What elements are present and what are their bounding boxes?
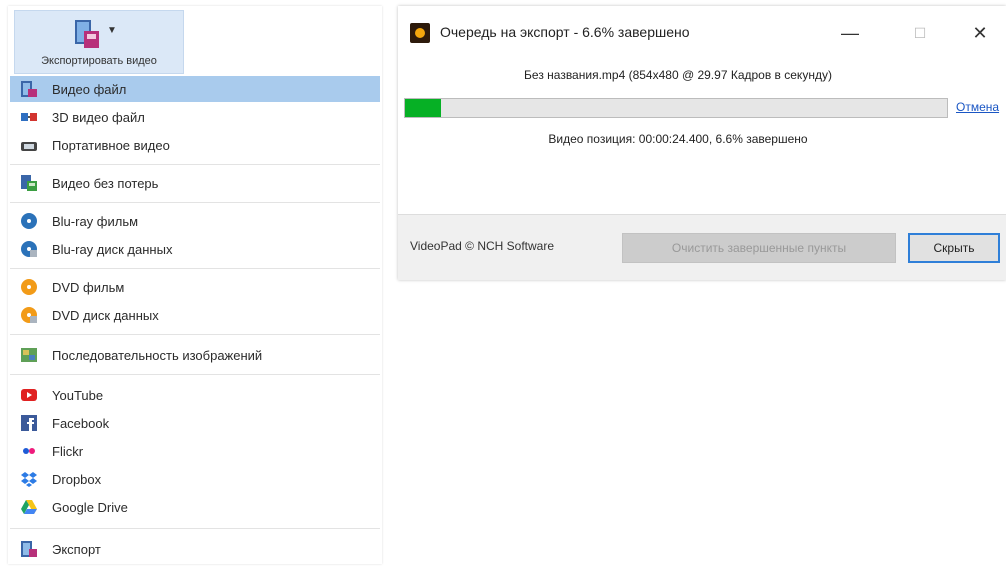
menu-item-label: YouTube [52,387,104,403]
bluray-data-disc-icon [20,240,38,258]
menu-item-label: DVD диск данных [52,307,159,323]
menu-item-label: DVD фильм [52,279,125,295]
menu-item-label: Портативное видео [52,137,170,153]
menu-item-label: Видео без потерь [52,175,159,191]
portable-device-icon [20,136,38,154]
menu-item-label: Blu-ray фильм [52,213,139,229]
menu-separator [10,164,380,165]
export-video-icon [75,20,99,48]
export-menu: ▼ Экспортировать видео Видео файл 3D вид… [8,6,382,564]
cancel-link[interactable]: Отмена [956,100,999,114]
video-file-icon [20,80,38,98]
export-video-toolbar-button[interactable]: ▼ Экспортировать видео [14,10,184,74]
export-icon [20,540,38,558]
video-position-status: Видео позиция: 00:00:24.400, 6.6% заверш… [548,132,808,146]
menu-item-youtube[interactable]: YouTube [10,382,380,408]
image-sequence-icon [20,346,38,364]
menu-separator [10,334,380,335]
export-video-label: Экспортировать видео [41,55,157,67]
youtube-icon [20,386,38,404]
menu-item-dropbox[interactable]: Dropbox [10,466,380,492]
hide-button[interactable]: Скрыть [908,233,1000,263]
videopad-app-icon [410,23,430,43]
menu-item-portable-video[interactable]: Портативное видео [10,132,380,158]
google-drive-icon [20,498,38,516]
menu-separator [10,528,380,529]
window-footer: VideoPad © NCH Software Очистить заверше… [398,214,1006,280]
menu-item-export[interactable]: Экспорт [10,536,380,562]
dropbox-icon [20,470,38,488]
menu-item-google-drive[interactable]: Google Drive [10,494,380,520]
menu-item-label: Экспорт [52,541,101,557]
facebook-icon [20,414,38,432]
maximize-button[interactable]: ☐ [900,18,940,48]
chevron-down-icon: ▼ [107,25,117,36]
menu-item-facebook[interactable]: Facebook [10,410,380,436]
menu-separator [10,202,380,203]
export-progress-bar [404,98,948,118]
menu-separator [10,268,380,269]
menu-separator [10,374,380,375]
lossless-video-icon [20,174,38,192]
menu-item-label: Flickr [52,443,84,459]
export-queue-window: Очередь на экспорт - 6.6% завершено — ☐ … [398,6,1006,280]
menu-item-3d-video[interactable]: 3D видео файл [10,104,380,130]
copyright-text: VideoPad © NCH Software [410,239,555,253]
title-bar[interactable]: Очередь на экспорт - 6.6% завершено — ☐ … [398,6,1006,50]
menu-item-label: 3D видео файл [52,109,145,125]
3d-video-icon [20,108,38,126]
menu-item-video-file[interactable]: Видео файл [10,76,380,102]
flickr-icon [20,442,38,460]
export-file-info: Без названия.mp4 (854x480 @ 29.97 Кадров… [524,68,832,82]
menu-item-flickr[interactable]: Flickr [10,438,380,464]
menu-item-image-sequence[interactable]: Последовательность изображений [10,342,380,368]
menu-item-label: Видео файл [52,81,127,97]
menu-item-bluray-movie[interactable]: Blu-ray фильм [10,208,380,234]
minimize-button[interactable]: — [830,18,870,48]
menu-item-label: Последовательность изображений [52,347,263,363]
dvd-disc-icon [20,278,38,296]
menu-item-dvd-data-disc[interactable]: DVD диск данных [10,302,380,328]
close-button[interactable]: ✕ [960,18,1000,48]
menu-item-dvd-movie[interactable]: DVD фильм [10,274,380,300]
clear-completed-button[interactable]: Очистить завершенные пункты [622,233,896,263]
menu-item-bluray-data-disc[interactable]: Blu-ray диск данных [10,236,380,262]
menu-item-label: Blu-ray диск данных [52,241,173,257]
window-title: Очередь на экспорт - 6.6% завершено [440,24,690,40]
export-progress-fill [405,99,441,117]
menu-item-label: Facebook [52,415,110,431]
menu-item-label: Dropbox [52,471,102,487]
menu-item-lossless-video[interactable]: Видео без потерь [10,170,380,196]
menu-item-label: Google Drive [52,499,128,515]
bluray-disc-icon [20,212,38,230]
dvd-data-disc-icon [20,306,38,324]
